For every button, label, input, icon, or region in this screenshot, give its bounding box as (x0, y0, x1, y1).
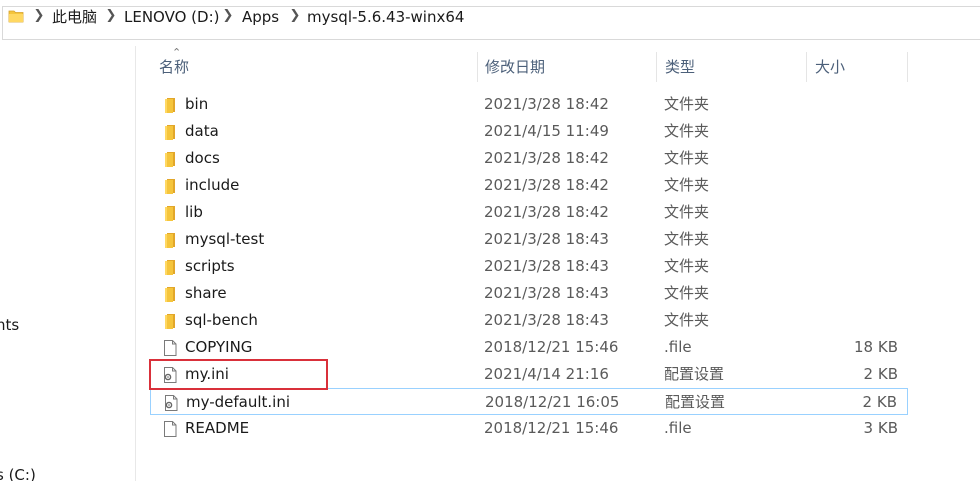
file-modified-date: 2018/12/21 15:46 (484, 338, 619, 356)
chevron-right-icon[interactable]: ❯ (105, 7, 117, 25)
file-name[interactable]: COPYING (185, 334, 252, 361)
folder-icon (161, 150, 179, 168)
file-size: 18 KB (854, 338, 898, 356)
column-divider[interactable] (907, 52, 908, 82)
file-row[interactable]: include 2021/3/28 18:42 文件夹 (150, 172, 908, 199)
address-bar[interactable]: ❯ 此电脑 ❯ LENOVO (D:) ❯ Apps ❯ mysql-5.6.4… (0, 0, 980, 46)
column-header-size[interactable]: 大小 (815, 50, 845, 84)
breadcrumb-drive[interactable]: LENOVO (D:) (124, 6, 219, 28)
file-type: .file (664, 338, 692, 356)
folder-icon (161, 258, 179, 276)
file-row[interactable]: README 2018/12/21 15:46 .file 3 KB (150, 415, 908, 442)
folder-icon (161, 231, 179, 249)
folder-icon (161, 285, 179, 303)
file-icon (161, 420, 179, 438)
file-type: 文件夹 (664, 122, 710, 140)
file-name[interactable]: README (185, 415, 249, 442)
file-type: 文件夹 (664, 176, 710, 194)
file-name[interactable]: share (185, 280, 227, 307)
file-type: 文件夹 (664, 284, 710, 302)
file-row[interactable]: scripts 2021/3/28 18:43 文件夹 (150, 253, 908, 280)
file-modified-date: 2021/3/28 18:42 (484, 203, 609, 221)
breadcrumb-apps[interactable]: Apps (242, 6, 279, 28)
folder-icon (8, 10, 24, 23)
file-modified-date: 2018/12/21 15:46 (484, 419, 619, 437)
file-name[interactable]: docs (185, 145, 220, 172)
file-modified-date: 2021/3/28 18:42 (484, 176, 609, 194)
file-type: 文件夹 (664, 257, 710, 275)
file-modified-date: 2021/3/28 18:42 (484, 149, 609, 167)
file-row[interactable]: data 2021/4/15 11:49 文件夹 (150, 118, 908, 145)
file-modified-date: 2021/3/28 18:42 (484, 95, 609, 113)
file-name[interactable]: data (185, 118, 219, 145)
breadcrumb-current-folder[interactable]: mysql-5.6.43-winx64 (307, 6, 464, 28)
folder-icon (161, 177, 179, 195)
file-size: 2 KB (862, 393, 897, 411)
file-row[interactable]: sql-bench 2021/3/28 18:43 文件夹 (150, 307, 908, 334)
column-header-name[interactable]: 名称 (159, 50, 189, 84)
column-divider[interactable] (806, 52, 807, 82)
file-type: 文件夹 (664, 203, 710, 221)
file-row[interactable]: docs 2021/3/28 18:42 文件夹 (150, 145, 908, 172)
file-name[interactable]: sql-bench (185, 307, 258, 334)
folder-icon (161, 204, 179, 222)
column-header-type[interactable]: 类型 (665, 50, 695, 84)
file-modified-date: 2021/4/14 21:16 (484, 365, 609, 383)
file-type: 文件夹 (664, 230, 710, 248)
file-type: 配置设置 (665, 393, 726, 411)
folder-icon (161, 96, 179, 114)
file-name[interactable]: lib (185, 199, 203, 226)
file-modified-date: 2021/4/15 11:49 (484, 122, 609, 140)
chevron-right-icon[interactable]: ❯ (222, 7, 234, 25)
file-modified-date: 2021/3/28 18:43 (484, 284, 609, 302)
file-modified-date: 2021/3/28 18:43 (484, 257, 609, 275)
column-divider[interactable] (656, 52, 657, 82)
file-type: 文件夹 (664, 95, 710, 113)
file-type: 配置设置 (664, 365, 725, 383)
file-icon (161, 339, 179, 357)
file-modified-date: 2018/12/21 16:05 (485, 393, 620, 411)
chevron-right-icon[interactable]: ❯ (33, 7, 45, 25)
file-type: 文件夹 (664, 311, 710, 329)
file-modified-date: 2021/3/28 18:43 (484, 230, 609, 248)
file-name[interactable]: mysql-test (185, 226, 264, 253)
file-modified-date: 2021/3/28 18:43 (484, 311, 609, 329)
settings-file-icon (162, 394, 180, 412)
column-header-date[interactable]: 修改日期 (485, 50, 545, 84)
file-type: .file (664, 419, 692, 437)
file-row[interactable]: mysql-test 2021/3/28 18:43 文件夹 (150, 226, 908, 253)
nav-item-partial[interactable]: nts (0, 316, 19, 334)
file-name[interactable]: include (185, 172, 239, 199)
navigation-pane[interactable]: nts s (C:) (0, 46, 135, 481)
file-row[interactable]: my-default.ini 2018/12/21 16:05 配置设置 2 KB (150, 388, 908, 415)
folder-icon (161, 123, 179, 141)
file-size: 2 KB (863, 365, 898, 383)
file-name[interactable]: scripts (185, 253, 235, 280)
file-row[interactable]: COPYING 2018/12/21 15:46 .file 18 KB (150, 334, 908, 361)
chevron-right-icon[interactable]: ❯ (289, 7, 301, 25)
breadcrumb-this-pc[interactable]: 此电脑 (52, 6, 97, 28)
file-row[interactable]: share 2021/3/28 18:43 文件夹 (150, 280, 908, 307)
annotation-highlight-box (149, 359, 328, 390)
file-row[interactable]: lib 2021/3/28 18:42 文件夹 (150, 199, 908, 226)
file-name[interactable]: my-default.ini (186, 389, 290, 416)
nav-item-drive-c-partial[interactable]: s (C:) (0, 466, 36, 481)
folder-icon (161, 312, 179, 330)
file-name[interactable]: bin (185, 91, 208, 118)
column-divider[interactable] (477, 52, 478, 82)
file-type: 文件夹 (664, 149, 710, 167)
file-size: 3 KB (863, 419, 898, 437)
file-row[interactable]: bin 2021/3/28 18:42 文件夹 (150, 91, 908, 118)
